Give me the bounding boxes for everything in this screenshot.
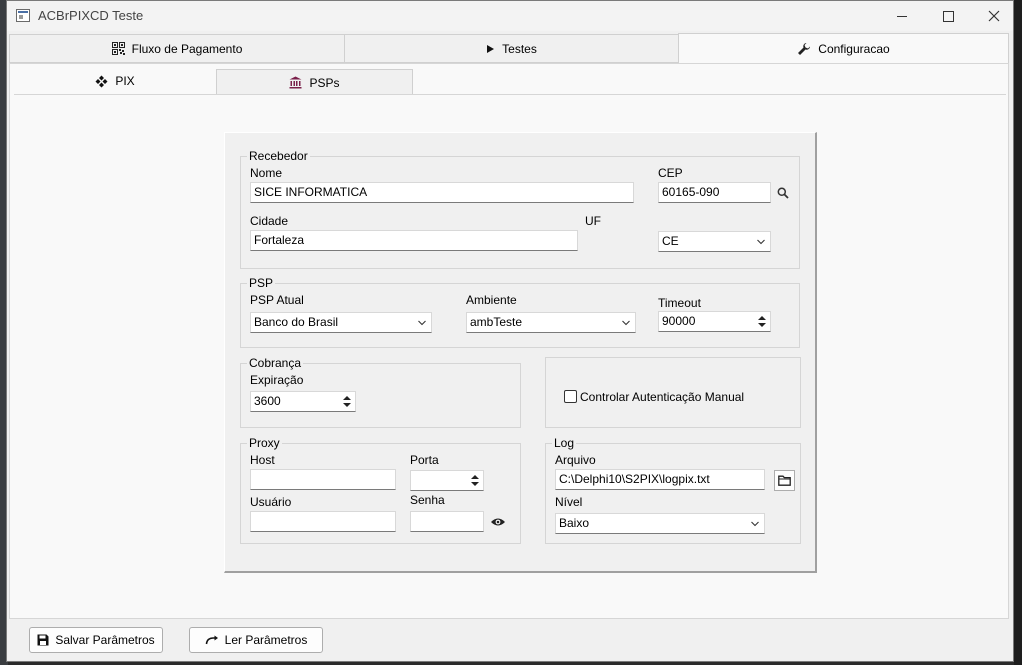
chevron-down-icon: [418, 320, 426, 326]
ambiente-select[interactable]: ambTeste: [466, 312, 636, 333]
psp-group-title: PSP: [247, 276, 276, 290]
save-icon: [37, 634, 49, 646]
uf-label: UF: [585, 214, 601, 228]
spin-arrows-icon: [343, 396, 351, 407]
recebedor-group-title: Recebedor: [247, 149, 310, 163]
tab-pix[interactable]: PIX: [14, 67, 216, 95]
psp-atual-label: PSP Atual: [250, 293, 304, 307]
ambiente-value: ambTeste: [470, 315, 523, 329]
pix-logo-icon: [95, 75, 108, 87]
salvar-parametros-button[interactable]: Salvar Parâmetros: [29, 627, 163, 653]
log-group-title: Log: [552, 436, 577, 450]
arquivo-input[interactable]: C:\Delphi10\S2PIX\logpix.txt: [555, 469, 765, 490]
tab-label: Fluxo de Pagamento: [131, 41, 243, 56]
pix-panel: Recebedor Nome SICE INFORMATICA CEP 6016…: [14, 94, 1006, 616]
search-icon: [777, 187, 789, 199]
cidade-input[interactable]: Fortaleza: [250, 230, 578, 251]
porta-spinner[interactable]: [410, 470, 484, 491]
eye-icon: [491, 518, 505, 526]
nivel-label: Nível: [555, 495, 583, 509]
recebedor-group: Recebedor Nome SICE INFORMATICA CEP 6016…: [240, 149, 800, 269]
show-password-button[interactable]: [489, 513, 507, 531]
spin-arrows-icon: [471, 475, 479, 486]
usuario-input[interactable]: [250, 511, 396, 532]
chevron-down-icon: [757, 239, 765, 245]
host-label: Host: [250, 453, 275, 467]
cep-search-button[interactable]: [774, 184, 792, 202]
tab-label: PSPs: [309, 75, 340, 90]
title-bar: ACBrPIXCD Teste: [7, 1, 1013, 31]
tab-label: Testes: [502, 41, 537, 56]
background-window-edge-right: [1014, 0, 1022, 665]
nome-input[interactable]: SICE INFORMATICA: [250, 182, 634, 203]
controlar-autenticacao-label: Controlar Autenticação Manual: [580, 390, 745, 404]
psp-group: PSP PSP Atual Banco do Brasil Ambiente a…: [240, 276, 800, 348]
proxy-group-title: Proxy: [247, 436, 282, 450]
maximize-button[interactable]: [925, 1, 971, 31]
wrench-icon: [798, 42, 811, 55]
folder-icon: [778, 475, 791, 486]
nome-label: Nome: [250, 166, 283, 180]
proxy-group: Proxy Host Porta Usuário Senha: [240, 436, 521, 544]
psp-atual-value: Banco do Brasil: [254, 315, 339, 329]
tab-label: PIX: [115, 74, 135, 88]
tab-testes[interactable]: Testes: [344, 34, 679, 63]
senha-input[interactable]: [410, 511, 484, 532]
tab-psps[interactable]: PSPs: [216, 69, 413, 96]
senha-label: Senha: [410, 493, 445, 507]
tab-fluxo-de-pagamento[interactable]: Fluxo de Pagamento: [9, 34, 345, 63]
chevron-down-icon: [622, 320, 630, 326]
ambiente-label: Ambiente: [466, 293, 517, 307]
config-area: Recebedor Nome SICE INFORMATICA CEP 6016…: [224, 132, 817, 573]
expiracao-value: 3600: [254, 394, 281, 408]
cobranca-group: Cobrança Expiração 3600: [240, 356, 521, 428]
minimize-button[interactable]: [879, 1, 925, 31]
nivel-select[interactable]: Baixo: [555, 513, 765, 534]
usuario-label: Usuário: [250, 495, 292, 509]
spin-arrows-icon: [758, 316, 766, 327]
configuracao-panel: PIX PSPs Recebedor Nome SICE INFORMATICA: [9, 63, 1009, 619]
ler-parametros-label: Ler Parâmetros: [224, 633, 308, 647]
uf-select-value: CE: [662, 234, 679, 248]
cep-label: CEP: [658, 166, 683, 180]
browse-log-file-button[interactable]: [774, 470, 795, 491]
qr-code-icon: [111, 42, 125, 55]
tab-configuracao[interactable]: Configuracao: [678, 33, 1009, 63]
cidade-label: Cidade: [250, 214, 289, 228]
main-tabs: Fluxo de Pagamento Testes Configuracao: [9, 33, 1009, 64]
uf-select[interactable]: CE: [658, 231, 771, 252]
window-title: ACBrPIXCD Teste: [38, 8, 144, 23]
autenticacao-group: Controlar Autenticação Manual: [545, 357, 801, 428]
host-input[interactable]: [250, 469, 396, 490]
close-icon: [988, 10, 1000, 22]
chevron-down-icon: [751, 521, 759, 527]
bank-icon: [289, 76, 302, 89]
log-group: Log Arquivo C:\Delphi10\S2PIX\logpix.txt…: [545, 436, 801, 544]
porta-label: Porta: [410, 453, 439, 467]
close-button[interactable]: [971, 1, 1017, 31]
psp-atual-select[interactable]: Banco do Brasil: [250, 312, 432, 333]
timeout-spinner[interactable]: 90000: [658, 311, 771, 332]
cobranca-group-title: Cobrança: [247, 356, 304, 370]
arquivo-label: Arquivo: [555, 453, 596, 467]
bottom-bar: Salvar Parâmetros Ler Parâmetros: [9, 619, 1009, 661]
ler-parametros-button[interactable]: Ler Parâmetros: [189, 627, 323, 653]
cep-input[interactable]: 60165-090: [658, 182, 771, 203]
app-window: ACBrPIXCD Teste Fluxo de Pagamento Teste…: [6, 0, 1014, 662]
timeout-value: 90000: [662, 314, 696, 328]
nivel-value: Baixo: [559, 516, 590, 530]
play-icon: [487, 44, 495, 53]
expiracao-spinner[interactable]: 3600: [250, 391, 356, 412]
app-icon: [16, 9, 30, 22]
redo-icon: [205, 635, 218, 645]
expiracao-label: Expiração: [250, 373, 304, 387]
salvar-parametros-label: Salvar Parâmetros: [55, 633, 155, 647]
tab-label: Configuracao: [818, 41, 890, 56]
controlar-autenticacao-checkbox[interactable]: [564, 390, 577, 403]
timeout-label: Timeout: [658, 296, 701, 310]
